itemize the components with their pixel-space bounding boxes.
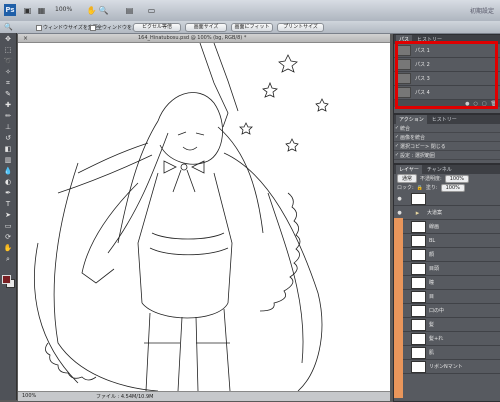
lock-label: ロック: bbox=[397, 185, 414, 191]
layer-row[interactable]: ●BL bbox=[394, 234, 500, 248]
close-document-icon[interactable]: × bbox=[23, 35, 28, 42]
3d-rotate-icon[interactable]: ⟳ bbox=[2, 232, 14, 242]
type-tool-icon[interactable]: T bbox=[2, 199, 14, 209]
hand-tool-icon[interactable]: ✋ bbox=[86, 5, 97, 15]
actual-pixels-button[interactable]: ピクセル等倍 bbox=[133, 23, 181, 32]
blend-mode-select[interactable]: 通常 bbox=[397, 174, 418, 183]
document-canvas[interactable] bbox=[18, 43, 390, 391]
layer-row[interactable]: ●線画 bbox=[394, 220, 500, 234]
resize-windows-checkbox[interactable]: ウィンドウサイズを変更 bbox=[36, 24, 98, 31]
layer-thumbnail bbox=[411, 234, 426, 247]
history-brush-icon[interactable]: ↺ bbox=[2, 133, 14, 143]
print-size-button[interactable]: 画面サイズ bbox=[185, 23, 227, 32]
layer-thumbnail bbox=[411, 360, 426, 373]
action-item[interactable]: ✓ 設定 : 選択範囲 bbox=[394, 151, 500, 160]
fill-input[interactable]: 100% bbox=[440, 183, 465, 192]
layer-thumbnail bbox=[411, 304, 426, 317]
layer-thumbnail bbox=[411, 276, 426, 289]
action-item[interactable]: ✓ 選択コピー> 閉じる bbox=[394, 142, 500, 151]
document-title: 164_Hinatubosu.psd @ 100% (bg, RGB/8) * bbox=[138, 35, 247, 41]
action-item[interactable]: ✓ 画像を統合 bbox=[394, 133, 500, 142]
folder-icon: ▸ bbox=[415, 208, 420, 217]
tab-channels[interactable]: チャンネル bbox=[424, 165, 455, 174]
lock-row: ロック: 🔒 塗り: 100% bbox=[394, 183, 500, 192]
actions-panel-tabs: アクション ヒストリー bbox=[394, 115, 500, 124]
brush-tool-icon[interactable]: ✏ bbox=[2, 111, 14, 121]
layer-color-label-bar bbox=[394, 218, 403, 398]
gradient-icon[interactable]: ▥ bbox=[2, 155, 14, 165]
dodge-tool-icon[interactable]: ◐ bbox=[2, 177, 14, 187]
stamp-tool-icon[interactable]: ⊥ bbox=[2, 122, 14, 132]
tools-panel: ✥ ⬚ ➰ ✧ ⌗ ✎ ✚ ✏ ⊥ ↺ ◧ ▥ 💧 ◐ ✒ T ➤ ▭ ⟳ ✋ … bbox=[0, 33, 17, 400]
zoom-level[interactable]: 100% bbox=[55, 6, 72, 13]
eyedropper-icon[interactable]: ✎ bbox=[2, 89, 14, 99]
zoom-tool-preset-icon[interactable]: 🔍 bbox=[4, 23, 13, 31]
layer-row[interactable]: ●目頭 bbox=[394, 262, 500, 276]
path-select-icon[interactable]: ➤ bbox=[2, 210, 14, 220]
lock-icon[interactable]: 🔒 bbox=[417, 185, 423, 191]
layers-panel: レイヤー チャンネル 通常 不透明度: 100% ロック: 🔒 塗り: 100%… bbox=[393, 164, 500, 402]
shape-tool-icon[interactable]: ▭ bbox=[2, 221, 14, 231]
fill-label: 塗り: bbox=[425, 185, 438, 191]
tab-layers[interactable]: レイヤー bbox=[396, 165, 422, 174]
layer-thumbnail bbox=[411, 262, 426, 275]
blend-row: 通常 不透明度: 100% bbox=[394, 174, 500, 183]
arrange-documents-icon[interactable]: ▤ bbox=[124, 5, 135, 15]
tab-history-2[interactable]: ヒストリー bbox=[429, 115, 460, 124]
opacity-input[interactable]: 100% bbox=[444, 174, 469, 183]
document-tab[interactable]: × 164_Hinatubosu.psd @ 100% (bg, RGB/8) … bbox=[18, 34, 390, 43]
action-item[interactable]: ✓ 統合 bbox=[394, 124, 500, 133]
file-info[interactable]: ファイル : 4.54M/10.9M bbox=[96, 393, 153, 400]
visibility-eye-icon[interactable]: ● bbox=[394, 196, 405, 202]
zoom-tool-icon[interactable]: 🔍 bbox=[98, 5, 109, 15]
layer-thumbnail bbox=[411, 346, 426, 359]
healing-brush-icon[interactable]: ✚ bbox=[2, 100, 14, 110]
eraser-icon[interactable]: ◧ bbox=[2, 144, 14, 154]
layer-thumbnail bbox=[411, 220, 426, 233]
layer-group-row[interactable]: ● ▸ 大道案 bbox=[394, 206, 500, 220]
layer-row[interactable]: ●髪 bbox=[394, 318, 500, 332]
actions-panel: アクション ヒストリー ✓ 統合 ✓ 画像を統合 ✓ 選択コピー> 閉じる ✓ 設定 :… bbox=[393, 114, 500, 164]
workspace-switcher[interactable]: 初期設定 bbox=[470, 6, 494, 15]
layer-thumbnail bbox=[411, 318, 426, 331]
layer-thumbnail bbox=[411, 332, 426, 345]
blur-tool-icon[interactable]: 💧 bbox=[2, 166, 14, 176]
layer-row[interactable]: ●リボンNマント bbox=[394, 360, 500, 374]
layer-thumbnail bbox=[411, 192, 426, 205]
hand-tool-icon[interactable]: ✋ bbox=[2, 243, 14, 253]
layers-panel-tabs: レイヤー チャンネル bbox=[394, 165, 500, 174]
layer-thumbnail bbox=[411, 290, 426, 303]
layer-row[interactable]: ●瞳 bbox=[394, 276, 500, 290]
paths-highlight-box bbox=[395, 41, 498, 109]
view-extras-icon[interactable]: ▦ bbox=[36, 5, 47, 15]
layer-row[interactable]: ● bbox=[394, 192, 500, 206]
screen-mode-icon[interactable]: ▭ bbox=[146, 5, 157, 15]
zoom-tool-icon[interactable]: ⌕ bbox=[2, 254, 14, 264]
layer-row[interactable]: ●髪+れ bbox=[394, 332, 500, 346]
layer-thumbnail bbox=[411, 248, 426, 261]
photoshop-logo: Ps bbox=[4, 4, 16, 16]
print-size-button-2[interactable]: プリントサイズ bbox=[277, 23, 324, 32]
magic-wand-icon[interactable]: ✧ bbox=[2, 67, 14, 77]
tab-actions[interactable]: アクション bbox=[396, 115, 427, 124]
application-bar: Ps ▣ ▦ 100% ✋ 🔍 ▤ ▭ 初期設定 bbox=[0, 0, 500, 22]
pen-tool-icon[interactable]: ✒ bbox=[2, 188, 14, 198]
crop-tool-icon[interactable]: ⌗ bbox=[2, 78, 14, 88]
opacity-label: 不透明度: bbox=[420, 176, 442, 182]
move-tool-icon[interactable]: ✥ bbox=[2, 34, 14, 44]
visibility-eye-icon[interactable]: ● bbox=[394, 210, 405, 216]
fit-screen-button[interactable]: 画面にフィット bbox=[231, 23, 273, 32]
layer-row[interactable]: ●顔 bbox=[394, 248, 500, 262]
layer-row[interactable]: ●口の中 bbox=[394, 304, 500, 318]
options-bar: 🔍 ウィンドウサイズを変更 全ウィンドウをズーム ピクセル等倍 画面サイズ 画面… bbox=[0, 21, 500, 34]
line-art-illustration bbox=[33, 43, 329, 391]
bridge-icon[interactable]: ▣ bbox=[22, 5, 33, 15]
foreground-color-swatch[interactable] bbox=[2, 275, 11, 284]
lasso-tool-icon[interactable]: ➰ bbox=[2, 56, 14, 66]
layer-row[interactable]: ●目 bbox=[394, 290, 500, 304]
layer-row[interactable]: ●肌 bbox=[394, 346, 500, 360]
status-zoom[interactable]: 100% bbox=[22, 393, 36, 399]
marquee-tool-icon[interactable]: ⬚ bbox=[2, 45, 14, 55]
